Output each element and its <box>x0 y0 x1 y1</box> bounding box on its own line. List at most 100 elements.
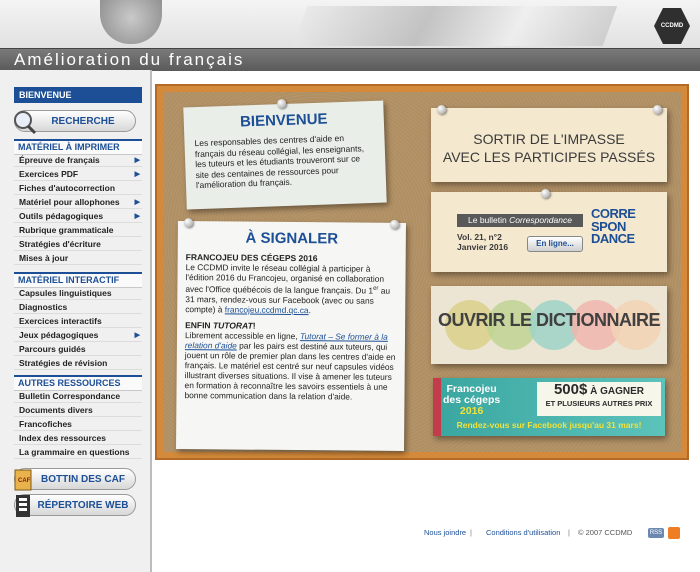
copyright-text: © 2007 CCDMD <box>578 528 633 537</box>
correspondance-logo: CORRE SPON DANCE <box>591 207 645 260</box>
pushpin-icon <box>389 219 400 229</box>
sidebar-item-label: Matériel pour allophones <box>19 197 120 207</box>
news-item-text: . <box>308 304 311 315</box>
footer-separator: | <box>470 528 472 537</box>
rss-button[interactable]: RSS <box>648 528 664 538</box>
repertoire-web-button[interactable]: RÉPERTOIRE WEB <box>14 494 136 517</box>
header-keyboard-decoration <box>292 6 618 46</box>
sidebar-item-allophones[interactable]: Matériel pour allophones ▶ <box>14 196 142 209</box>
corr-logo-line: DANCE <box>591 231 635 246</box>
bulletin-name: Correspondance <box>509 215 572 225</box>
welcome-note: BIENVENUE Les responsables des centres d… <box>183 98 387 210</box>
news-item-tutorat: ENFIN TUTORAT! Librement accessible en l… <box>184 320 397 402</box>
francojeu-banner[interactable]: Francojeu des cégeps 2016 500$ À GAGNER … <box>433 378 665 436</box>
directory-icon <box>16 495 30 517</box>
sidebar-item-index[interactable]: Index des ressources <box>14 432 142 445</box>
magnifier-icon <box>14 111 37 135</box>
participes-passes-banner[interactable]: SORTIR DE L'IMPASSE AVEC LES PARTICIPES … <box>431 105 667 182</box>
pushpin-icon <box>277 98 287 109</box>
bulletin-prefix: Le bulletin <box>468 215 510 225</box>
sidebar-item-grammaire[interactable]: La grammaire en questions <box>14 446 142 459</box>
impasse-line1: SORTIR DE L'IMPASSE <box>473 131 625 147</box>
sidebar-item-label: Stratégies de révision <box>19 358 108 368</box>
news-item-text: Le CCDMD invite le réseau collégial à pa… <box>185 262 385 296</box>
bottin-caf-label: BOTTIN DES CAF <box>41 474 125 485</box>
sidebar-item-label: Index des ressources <box>19 433 106 443</box>
rss-feed-icon[interactable] <box>668 527 680 539</box>
sidebar-item-label: La grammaire en questions <box>19 447 130 457</box>
nous-joindre-link[interactable]: Nous joindre <box>424 528 466 537</box>
sidebar-item-exercices-interactifs[interactable]: Exercices interactifs <box>14 315 142 328</box>
news-title: À SIGNALER <box>245 229 339 248</box>
correspondance-banner[interactable]: Le bulletin Correspondance Vol. 21, n°2 J… <box>431 189 667 272</box>
chevron-right-icon: ▶ <box>134 213 140 220</box>
sidebar-item-label: Diagnostics <box>19 302 68 312</box>
sidebar-item-mises-a-jour[interactable]: Mises à jour <box>14 252 142 265</box>
sidebar-item-capsules[interactable]: Capsules linguistiques <box>14 287 142 300</box>
francojeu-link[interactable]: francojeu.ccdmd.qc.ca <box>225 304 309 315</box>
ccdmd-logo[interactable]: CCDMD <box>654 8 690 44</box>
dictionnaire-label: OUVRIR LE DICTIONNAIRE <box>437 310 661 330</box>
sidebar: BIENVENUE RECHERCHE MATÉRIEL À IMPRIMER … <box>0 70 152 572</box>
conditions-link[interactable]: Conditions d'utilisation <box>486 528 560 537</box>
caf-book-icon: CAF <box>14 469 32 491</box>
search-button[interactable]: RECHERCHE <box>14 110 136 135</box>
chevron-right-icon: ▶ <box>134 332 140 339</box>
news-item-title-part: TUTORAT <box>212 320 253 331</box>
sidebar-item-strategies-revision[interactable]: Stratégies de révision <box>14 357 142 370</box>
francojeu-title: Francojeu des cégeps 2016 <box>443 384 500 417</box>
news-item-text: par les pairs est destiné aux tuteurs, q… <box>184 340 396 402</box>
bulletin-label: Le bulletin Correspondance <box>457 214 583 227</box>
prize-amount: 500$ <box>553 381 588 398</box>
sidebar-item-outils[interactable]: Outils pédagogiques ▶ <box>14 210 142 223</box>
welcome-title: BIENVENUE <box>239 110 328 131</box>
sidebar-item-label: Stratégies d'écriture <box>19 239 101 249</box>
sidebar-item-epreuve[interactable]: Épreuve de français ▶ <box>14 154 142 167</box>
facebook-cta: Rendez-vous sur Facebook jusqu'au 31 mar… <box>456 420 642 430</box>
prize-sub: ET PLUSIEURS AUTRES PRIX <box>545 399 653 408</box>
bulletin-volume: Vol. 21, n°2 Janvier 2016 <box>457 232 508 252</box>
sidebar-item-jeux[interactable]: Jeux pédagogiques ▶ <box>14 329 142 342</box>
sidebar-item-diagnostics[interactable]: Diagnostics <box>14 301 142 314</box>
section-autres-ressources: AUTRES RESSOURCES <box>14 375 142 391</box>
cork-board: BIENVENUE Les responsables des centres d… <box>157 86 687 458</box>
pushpin-icon <box>183 218 194 228</box>
chevron-right-icon: ▶ <box>134 171 140 178</box>
sidebar-item-bienvenue[interactable]: BIENVENUE <box>14 87 142 103</box>
bulletin-vol: Vol. 21, n°2 <box>457 232 502 242</box>
sidebar-item-francofiches[interactable]: Francofiches <box>14 418 142 431</box>
sidebar-item-label: Outils pédagogiques <box>19 211 104 221</box>
svg-text:CAF: CAF <box>18 478 31 484</box>
sidebar-item-parcours[interactable]: Parcours guidés <box>14 343 142 356</box>
sidebar-item-label: Capsules linguistiques <box>19 288 112 298</box>
chevron-right-icon: ▶ <box>134 199 140 206</box>
sidebar-item-exercices-pdf[interactable]: Exercices PDF ▶ <box>14 168 142 181</box>
site-title: Amélioration du français <box>14 50 245 69</box>
sidebar-item-label: Documents divers <box>19 405 93 415</box>
sidebar-item-label: Francofiches <box>19 419 72 429</box>
news-item-title-part: ENFIN <box>185 319 214 331</box>
title-bar: Amélioration du français <box>0 48 700 71</box>
impasse-line2: AVEC LES PARTICIPES PASSÉS <box>442 149 656 165</box>
prize-text: À GAGNER <box>587 386 645 397</box>
sidebar-item-rubrique[interactable]: Rubrique grammaticale <box>14 224 142 237</box>
news-note: À SIGNALER FRANCOJEU DES CÉGEPS 2016 Le … <box>176 218 406 451</box>
dictionnaire-banner[interactable]: OUVRIR LE DICTIONNAIRE <box>431 286 667 364</box>
sidebar-item-label: Mises à jour <box>19 253 69 263</box>
sidebar-item-fiches[interactable]: Fiches d'autocorrection <box>14 182 142 195</box>
en-ligne-button[interactable]: En ligne... <box>527 236 583 252</box>
repertoire-web-label: RÉPERTOIRE WEB <box>37 500 129 511</box>
sidebar-item-label: Parcours guidés <box>19 344 86 354</box>
pushpin-icon <box>437 105 446 114</box>
sidebar-item-bulletin[interactable]: Bulletin Correspondance <box>14 390 142 403</box>
bottin-caf-button[interactable]: CAF BOTTIN DES CAF <box>14 468 136 491</box>
header-at-sign-decoration <box>100 0 162 44</box>
footer-separator: | <box>568 528 570 537</box>
sidebar-item-label: Fiches d'autocorrection <box>19 183 116 193</box>
sidebar-item-documents[interactable]: Documents divers <box>14 404 142 417</box>
francojeu-year: 2016 <box>459 405 484 417</box>
news-item-francojeu: FRANCOJEU DES CÉGEPS 2016 Le CCDMD invit… <box>185 252 398 316</box>
prize-box: 500$ À GAGNER ET PLUSIEURS AUTRES PRIX <box>537 382 661 416</box>
sidebar-item-label: Exercices PDF <box>19 169 79 179</box>
sidebar-item-strategies-ecriture[interactable]: Stratégies d'écriture <box>14 238 142 251</box>
